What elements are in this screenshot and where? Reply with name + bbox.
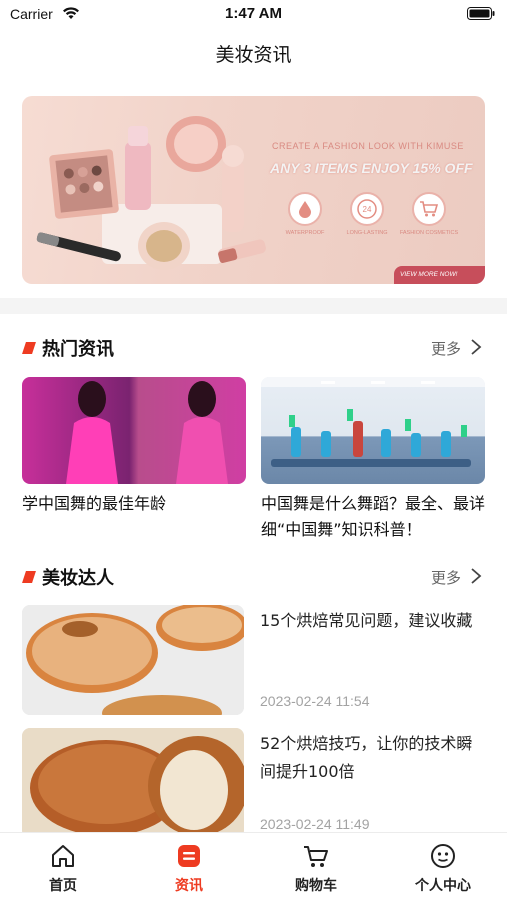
status-time: 1:47 AM — [225, 5, 282, 22]
tab-label: 首页 — [49, 878, 77, 894]
feature-label: LONG-LASTING — [346, 230, 388, 236]
profile-icon — [431, 844, 455, 868]
tab-profile[interactable]: 个人中心 — [380, 833, 506, 900]
chevron-right-icon[interactable] — [469, 567, 483, 585]
cosmetics-product-illustration — [36, 116, 266, 270]
feature-fashion-cosmetics: FASHION COSMETICS — [394, 192, 464, 236]
tab-label: 资讯 — [175, 878, 203, 894]
clock-24-icon: 24 — [357, 199, 377, 219]
cart-icon — [420, 201, 439, 217]
banner-offer: ANY 3 ITEMS ENJOY 15% OFF — [270, 160, 473, 176]
page-title: 美妆资讯 — [215, 44, 292, 66]
bread-illustration — [22, 728, 244, 838]
article-title: 52个烘焙技巧，让你的技术瞬间提升100倍 — [260, 734, 473, 781]
hot-news-card[interactable]: 学中国舞的最佳年龄 — [22, 377, 246, 517]
home-icon — [52, 845, 74, 867]
feature-label: FASHION COSMETICS — [399, 230, 459, 236]
donut-illustration — [22, 605, 244, 715]
more-link[interactable]: 更多 — [431, 567, 461, 588]
more-link[interactable]: 更多 — [431, 338, 461, 359]
hot-news-header: 热门资讯 更多 — [22, 335, 485, 361]
battery-icon — [467, 7, 495, 20]
article-thumbnail — [22, 605, 244, 715]
view-more-button[interactable]: VIEW MORE NOW! — [394, 266, 485, 284]
bottom-tab-bar: 首页 资讯 购物车 个人中心 — [0, 832, 507, 900]
cart-icon — [304, 846, 328, 867]
article-date: 2023-02-24 11:54 — [260, 693, 370, 709]
article-date: 2023-02-24 11:49 — [260, 816, 370, 832]
list-item[interactable]: 15个烘焙常见问题，建议收藏 2023-02-24 11:54 — [22, 605, 485, 715]
feature-label: WATERPROOF — [285, 230, 325, 236]
tab-home[interactable]: 首页 — [0, 833, 126, 900]
feature-waterproof: WATERPROOF — [270, 192, 340, 236]
svg-text:24: 24 — [363, 205, 372, 214]
section-title: 美妆达人 — [42, 568, 114, 589]
news-title: 中国舞是什么舞蹈？最全、最详细“中国舞”知识科普！ — [261, 494, 486, 539]
news-title: 学中国舞的最佳年龄 — [22, 494, 167, 513]
promo-banner[interactable]: CREATE A FASHION LOOK WITH KIMUSE ANY 3 … — [22, 96, 485, 284]
section-flag-icon — [22, 342, 36, 354]
feature-long-lasting: 24 LONG-LASTING — [332, 192, 402, 236]
tab-label: 购物车 — [295, 878, 337, 894]
article-title: 15个烘焙常见问题，建议收藏 — [260, 611, 473, 630]
dancer-illustration — [66, 381, 228, 484]
section-flag-icon — [22, 571, 36, 583]
section-title: 热门资讯 — [42, 339, 114, 360]
tab-cart[interactable]: 购物车 — [253, 833, 379, 900]
news-thumbnail — [261, 377, 485, 484]
experts-header: 美妆达人 更多 — [22, 564, 485, 590]
tab-news[interactable]: 资讯 — [126, 833, 252, 900]
article-thumbnail — [22, 728, 244, 838]
tab-label: 个人中心 — [415, 878, 471, 894]
status-bar: Carrier 1:47 AM — [0, 0, 507, 30]
dance-class-illustration — [261, 377, 485, 467]
drop-icon — [299, 201, 311, 218]
section-divider — [0, 298, 507, 314]
news-thumbnail — [22, 377, 246, 484]
news-icon — [178, 845, 200, 867]
list-item[interactable]: 52个烘焙技巧，让你的技术瞬间提升100倍 2023-02-24 11:49 — [22, 728, 485, 838]
banner-headline: CREATE A FASHION LOOK WITH KIMUSE — [272, 141, 464, 151]
hot-news-card[interactable]: 中国舞是什么舞蹈？最全、最详细“中国舞”知识科普！ — [261, 377, 485, 543]
chevron-right-icon[interactable] — [469, 338, 483, 356]
